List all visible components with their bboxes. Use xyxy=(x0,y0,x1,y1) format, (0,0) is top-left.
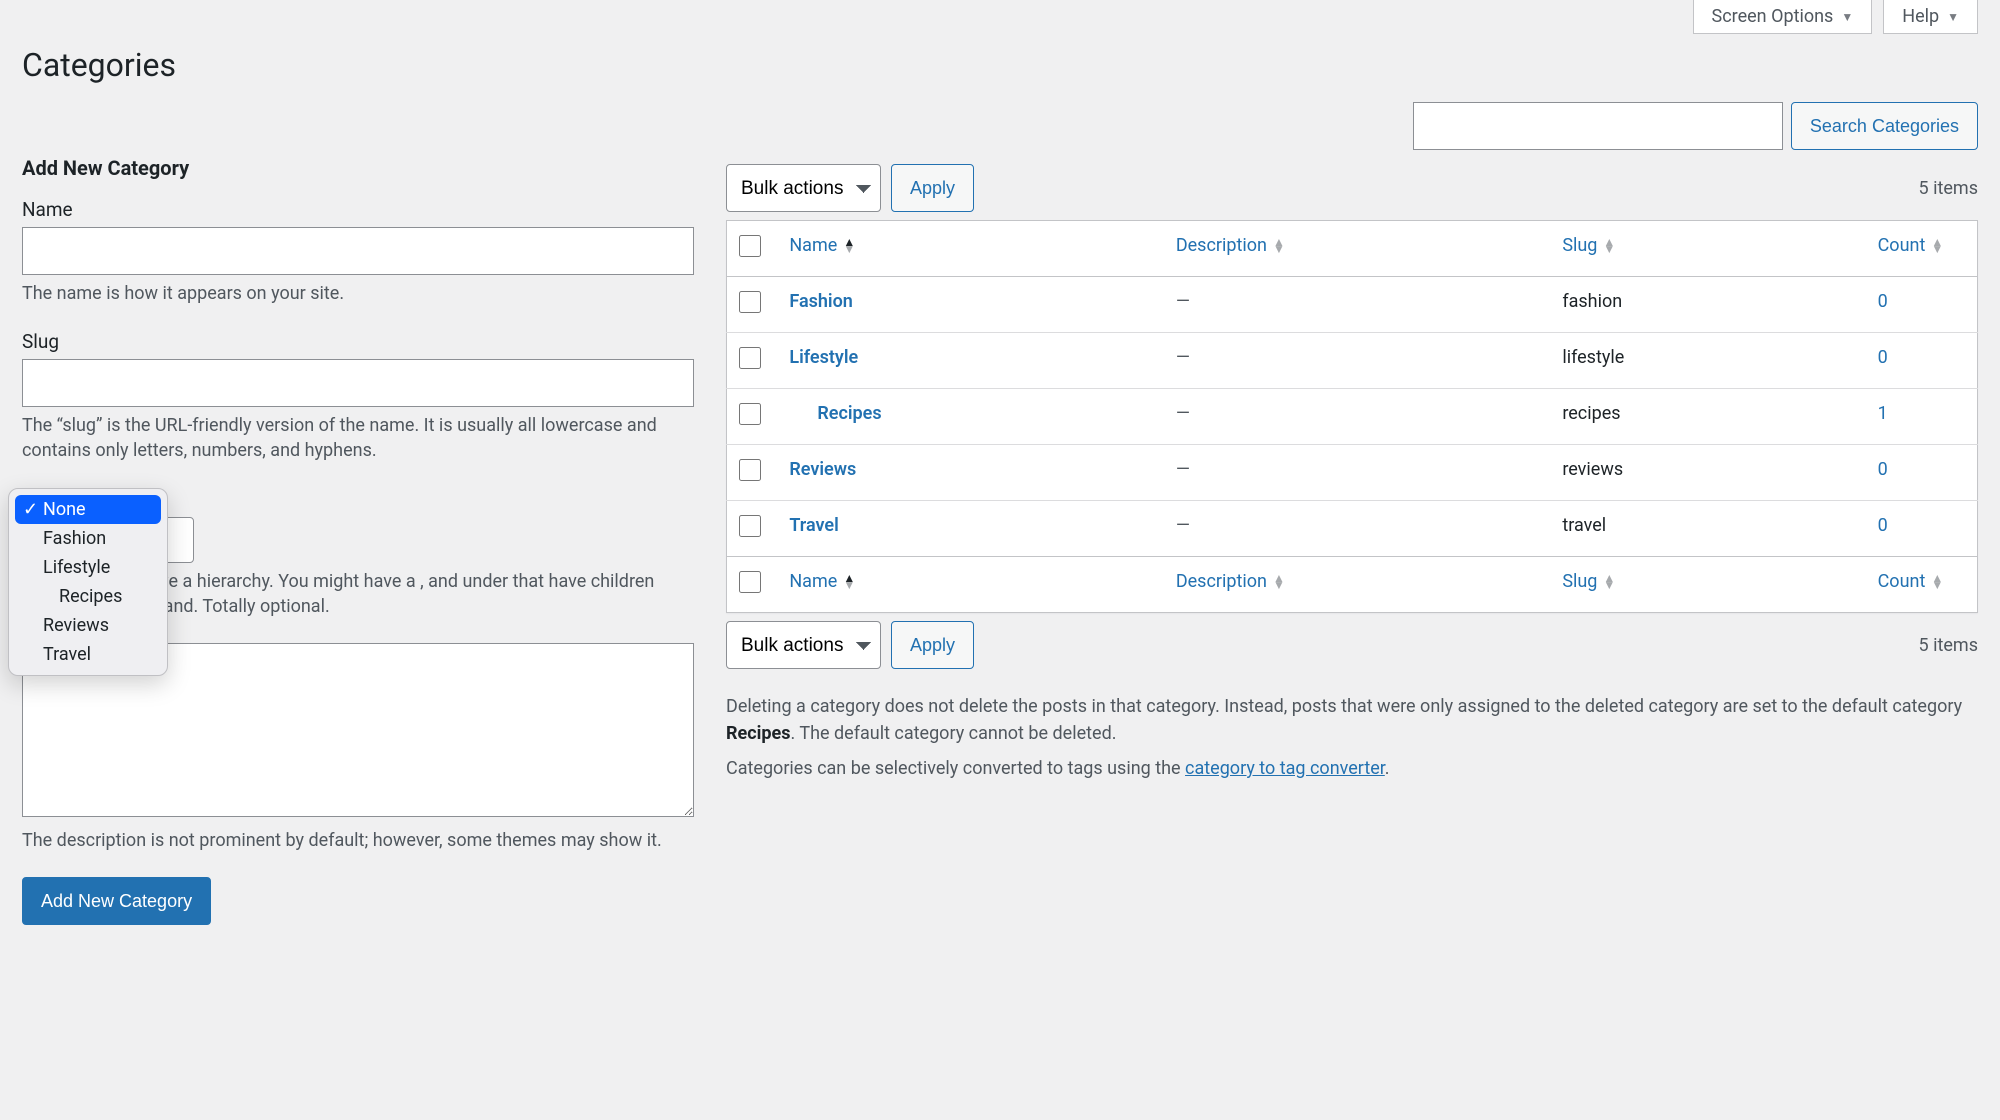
row-slug: travel xyxy=(1562,515,1606,536)
table-row: Recipes — recipes 1 xyxy=(727,389,1978,445)
row-count-link[interactable]: 0 xyxy=(1878,347,1888,368)
th-name[interactable]: Name xyxy=(789,235,837,256)
chevron-down-icon: ▼ xyxy=(1841,10,1853,24)
sort-icon: ▲▼ xyxy=(1273,239,1285,253)
table-row: Lifestyle — lifestyle 0 xyxy=(727,333,1978,389)
row-desc: — xyxy=(1176,291,1190,312)
parent-option-recipes[interactable]: Recipes xyxy=(15,582,161,611)
footer-text-2a: Categories can be selectively converted … xyxy=(726,758,1185,779)
row-checkbox[interactable] xyxy=(739,515,761,537)
th-description[interactable]: Description xyxy=(1176,571,1267,592)
slug-input[interactable] xyxy=(22,359,694,407)
table-row: Fashion — fashion 0 xyxy=(727,277,1978,333)
row-name-link[interactable]: Recipes xyxy=(789,403,881,424)
row-slug: lifestyle xyxy=(1562,347,1624,368)
help-tab[interactable]: Help ▼ xyxy=(1883,0,1978,34)
apply-button-bottom[interactable]: Apply xyxy=(891,621,974,669)
screen-options-label: Screen Options xyxy=(1712,6,1834,27)
items-count-top: 5 items xyxy=(1919,178,1978,199)
items-count-bottom: 5 items xyxy=(1919,635,1978,656)
categories-table: Name ▲▼ Description ▲▼ Slug ▲▼ Count ▲▼ Fash… xyxy=(726,220,1978,613)
row-name-link[interactable]: Travel xyxy=(789,515,838,536)
sort-icon: ▲▼ xyxy=(843,575,855,589)
page-title: Categories xyxy=(22,46,1978,84)
slug-label: Slug xyxy=(22,330,694,353)
row-name-link[interactable]: Lifestyle xyxy=(789,347,858,368)
row-count-link[interactable]: 0 xyxy=(1878,515,1888,536)
sort-icon: ▲▼ xyxy=(843,239,855,253)
row-slug: reviews xyxy=(1562,459,1623,480)
category-to-tag-link[interactable]: category to tag converter xyxy=(1185,758,1385,779)
form-title: Add New Category xyxy=(22,156,694,180)
th-slug[interactable]: Slug xyxy=(1562,571,1597,592)
select-all-top[interactable] xyxy=(739,235,761,257)
row-checkbox[interactable] xyxy=(739,403,761,425)
parent-option-fashion[interactable]: Fashion xyxy=(15,524,161,553)
sort-icon: ▲▼ xyxy=(1603,575,1615,589)
row-count-link[interactable]: 0 xyxy=(1878,291,1888,312)
search-button[interactable]: Search Categories xyxy=(1791,102,1978,150)
sort-icon: ▲▼ xyxy=(1273,575,1285,589)
screen-options-tab[interactable]: Screen Options ▼ xyxy=(1693,0,1873,34)
search-input[interactable] xyxy=(1413,102,1783,150)
bulk-actions-select-bottom[interactable]: Bulk actions xyxy=(726,621,881,669)
bulk-actions-select-top[interactable]: Bulk actions xyxy=(726,164,881,212)
row-desc: — xyxy=(1176,515,1190,536)
row-desc: — xyxy=(1176,459,1190,480)
sort-icon: ▲▼ xyxy=(1931,239,1943,253)
th-description[interactable]: Description xyxy=(1176,235,1267,256)
row-count-link[interactable]: 0 xyxy=(1878,459,1888,480)
row-desc: — xyxy=(1176,347,1190,368)
name-label: Name xyxy=(22,198,694,221)
row-count-link[interactable]: 1 xyxy=(1878,403,1888,424)
th-count[interactable]: Count xyxy=(1878,235,1926,256)
parent-option-reviews[interactable]: Reviews xyxy=(15,611,161,640)
select-all-bottom[interactable] xyxy=(739,571,761,593)
row-checkbox[interactable] xyxy=(739,291,761,313)
th-name[interactable]: Name xyxy=(789,571,837,592)
row-desc: — xyxy=(1176,403,1190,424)
row-name-link[interactable]: Fashion xyxy=(789,291,852,312)
sort-icon: ▲▼ xyxy=(1931,575,1943,589)
row-slug: fashion xyxy=(1562,291,1622,312)
footer-text-1c: . The default category cannot be deleted… xyxy=(791,723,1117,744)
parent-option-travel[interactable]: Travel xyxy=(15,640,161,669)
parent-option-none[interactable]: None xyxy=(15,495,161,524)
th-count[interactable]: Count xyxy=(1878,571,1926,592)
slug-help: The “slug” is the URL-friendly version o… xyxy=(22,413,694,463)
parent-option-lifestyle[interactable]: Lifestyle xyxy=(15,553,161,582)
footer-text: Deleting a category does not delete the … xyxy=(726,693,1978,782)
help-label: Help xyxy=(1902,6,1939,27)
th-slug[interactable]: Slug xyxy=(1562,235,1597,256)
chevron-down-icon: ▼ xyxy=(1947,10,1959,24)
sort-icon: ▲▼ xyxy=(1603,239,1615,253)
table-row: Travel — travel 0 xyxy=(727,501,1978,557)
row-slug: recipes xyxy=(1562,403,1620,424)
parent-dropdown: None Fashion Lifestyle Recipes Reviews T… xyxy=(8,488,168,676)
footer-text-1a: Deleting a category does not delete the … xyxy=(726,696,1962,717)
description-help: The description is not prominent by defa… xyxy=(22,828,694,853)
row-checkbox[interactable] xyxy=(739,347,761,369)
apply-button-top[interactable]: Apply xyxy=(891,164,974,212)
row-checkbox[interactable] xyxy=(739,459,761,481)
add-category-button[interactable]: Add New Category xyxy=(22,877,211,925)
name-input[interactable] xyxy=(22,227,694,275)
name-help: The name is how it appears on your site. xyxy=(22,281,694,306)
row-name-link[interactable]: Reviews xyxy=(789,459,856,480)
table-row: Reviews — reviews 0 xyxy=(727,445,1978,501)
footer-default-cat: Recipes xyxy=(726,723,791,744)
footer-text-2b: . xyxy=(1385,758,1390,779)
